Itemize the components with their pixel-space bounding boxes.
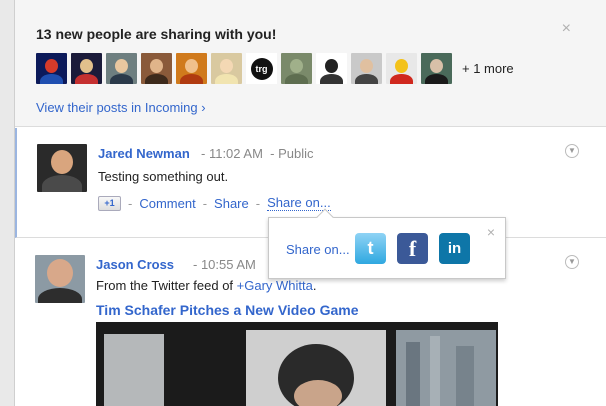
more-people-count[interactable]: + 1 more	[462, 61, 514, 76]
avatar-face	[220, 59, 233, 73]
avatar-shoulders	[215, 74, 238, 84]
avatar[interactable]	[211, 53, 242, 84]
post-text-suffix: .	[312, 278, 317, 293]
avatar[interactable]	[386, 53, 417, 84]
avatar-shoulders	[40, 74, 63, 84]
post-text-prefix: From the Twitter feed of	[96, 278, 237, 293]
avatar-face	[150, 59, 163, 73]
avatar-face	[115, 59, 128, 73]
author-name[interactable]: Jared Newman	[98, 146, 190, 161]
chevron-down-icon[interactable]: ▼	[565, 255, 579, 269]
chevron-down-icon[interactable]: ▼	[565, 144, 579, 158]
stream: 13 new people are sharing with you! × tr…	[14, 0, 606, 406]
share-on-popup: Share on... × t f in	[268, 208, 506, 279]
author-name[interactable]: Jason Cross	[96, 257, 174, 272]
meta-separator: -	[262, 146, 279, 161]
action-separator: -	[202, 195, 208, 211]
avatar-shoulders	[320, 74, 343, 84]
avatar-face	[430, 59, 443, 73]
post-time[interactable]: 11:02 AM	[209, 146, 263, 161]
facebook-icon[interactable]: f	[397, 233, 428, 264]
avatar-shoulders	[145, 74, 168, 84]
post-meta: - 10:55 AM	[193, 257, 256, 272]
avatar-face	[45, 59, 58, 73]
avatar-shoulders	[75, 74, 98, 84]
avatar-face	[360, 59, 373, 73]
post-actions: +1 - Comment - Share - Share on...	[98, 195, 331, 211]
avatar-shoulders	[355, 74, 378, 84]
close-icon[interactable]: ×	[487, 224, 495, 240]
avatar-face	[325, 59, 338, 73]
avatar[interactable]	[316, 53, 347, 84]
post-time[interactable]: 10:55 AM	[201, 257, 256, 272]
avatar-face	[290, 59, 303, 73]
avatar[interactable]	[351, 53, 382, 84]
avatar-face	[395, 59, 408, 73]
avatar-shoulders	[390, 74, 413, 84]
meta-separator: -	[193, 257, 201, 272]
avatar[interactable]	[281, 53, 312, 84]
video-thumbnail[interactable]	[96, 322, 498, 406]
twitter-icon[interactable]: t	[355, 233, 386, 264]
avatar[interactable]	[35, 255, 85, 303]
notice-title: 13 new people are sharing with you!	[36, 26, 277, 42]
action-separator: -	[128, 195, 133, 211]
avatar[interactable]: trg	[246, 53, 277, 84]
post-text: From the Twitter feed of +Gary Whitta.	[96, 278, 317, 293]
avatar-face	[185, 59, 198, 73]
plus-one-button[interactable]: +1	[98, 195, 121, 211]
video-frame-image	[96, 322, 498, 406]
avatar[interactable]	[106, 53, 137, 84]
action-separator: -	[255, 195, 261, 211]
popup-label: Share on...	[286, 242, 350, 257]
avatar-shoulders	[110, 74, 133, 84]
avatar[interactable]	[71, 53, 102, 84]
avatar[interactable]	[36, 53, 67, 84]
avatar-shoulders	[285, 74, 308, 84]
avatar[interactable]	[176, 53, 207, 84]
linkedin-icon[interactable]: in	[439, 233, 470, 264]
post-visibility[interactable]: Public	[278, 146, 313, 161]
logo-text: trg	[250, 57, 273, 80]
avatar[interactable]	[421, 53, 452, 84]
mention-link[interactable]: +Gary Whitta	[237, 278, 313, 293]
sharing-notice: 13 new people are sharing with you! × tr…	[15, 0, 606, 127]
avatar-face	[80, 59, 93, 73]
avatar-shoulders	[425, 74, 448, 84]
share-link[interactable]: Share	[214, 196, 249, 211]
notice-close-icon[interactable]: ×	[562, 20, 571, 38]
post-meta: - 11:02 AM - Public	[201, 146, 314, 161]
avatar-shoulders	[180, 74, 203, 84]
meta-separator: -	[201, 146, 209, 161]
avatar[interactable]	[141, 53, 172, 84]
comment-link[interactable]: Comment	[139, 196, 195, 211]
share-on-link[interactable]: Share on...	[267, 195, 331, 211]
article-title-link[interactable]: Tim Schafer Pitches a New Video Game	[96, 302, 358, 318]
new-people-avatars: trg + 1 more	[36, 52, 514, 85]
avatar[interactable]	[37, 144, 87, 192]
view-incoming-link[interactable]: View their posts in Incoming ›	[36, 100, 206, 115]
post-text: Testing something out.	[98, 169, 229, 184]
